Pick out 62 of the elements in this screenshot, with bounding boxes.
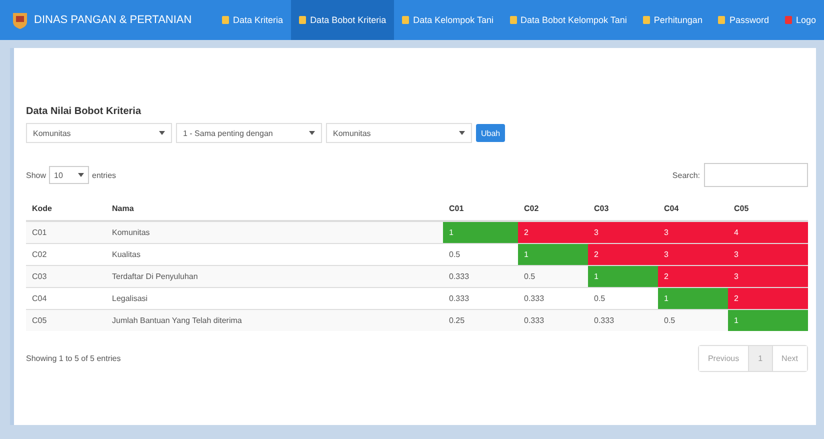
table-cell: 3 [658, 243, 728, 265]
entries-info: Showing 1 to 5 of 5 entries [26, 354, 121, 363]
nav-link[interactable]: Data Kriteria [214, 0, 292, 40]
entries-label: entries [92, 170, 116, 180]
table-cell: 1 [518, 243, 588, 265]
select-field[interactable]: 1 - Sama penting dengan [176, 123, 322, 143]
menu-item-icon [222, 16, 230, 24]
table-cell: 1 [588, 265, 658, 287]
select-field[interactable]: Komunitas [26, 123, 172, 143]
table-cell: 3 [658, 221, 728, 243]
table-cell: 0.25 [443, 309, 518, 331]
table-cell: 1 [728, 309, 808, 331]
table-cell: C01 [26, 221, 106, 243]
search-label: Search: [672, 170, 700, 180]
table-cell: 2 [658, 265, 728, 287]
table-cell: 1 [658, 287, 728, 309]
table-cell: 0.333 [518, 287, 588, 309]
menu-item-icon [402, 16, 410, 24]
table-cell: 3 [728, 243, 808, 265]
table-cell: 0.333 [443, 287, 518, 309]
nav-link[interactable]: Perhitungan [634, 0, 710, 40]
table-cell: 2 [588, 243, 658, 265]
nav-link[interactable]: Password [710, 0, 777, 40]
menu-item-icon [718, 16, 726, 24]
nav-link[interactable]: Data Kelompok Tani [394, 0, 502, 40]
table-cell: Jumlah Bantuan Yang Telah diterima [106, 309, 443, 331]
table-cell: 0.333 [518, 309, 588, 331]
menu-item-icon [642, 16, 650, 24]
page-link[interactable]: Next [772, 346, 807, 371]
menu-item-icon [510, 16, 516, 24]
table-cell: C03 [26, 265, 106, 287]
menu-item-icon [784, 16, 792, 24]
table-cell: 3 [728, 265, 808, 287]
table-cell: C05 [26, 309, 106, 331]
caret-icon [459, 131, 465, 135]
nav-link[interactable]: Data Bobot Kelompok Tani [502, 0, 635, 40]
table-cell: 4 [728, 221, 808, 243]
show-label: Show [26, 170, 46, 180]
table-cell: C04 [26, 287, 106, 309]
caret-icon [309, 131, 315, 135]
table-cell: 2 [728, 287, 808, 309]
brand-title[interactable]: DINAS PANGAN & PERTANIAN [34, 14, 192, 26]
logo-icon [12, 11, 28, 29]
entries-select[interactable]: 10 [49, 166, 90, 184]
table-cell: Terdaftar Di Penyuluhan [106, 265, 443, 287]
search-field[interactable] [704, 163, 808, 187]
table-cell: 2 [518, 221, 588, 243]
select-field[interactable]: Komunitas [326, 123, 472, 143]
table-cell: 1 [443, 221, 518, 243]
panel-title: Data Nilai Bobot Kriteria [26, 106, 142, 117]
table-cell: 0.333 [588, 309, 658, 331]
table-cell: C02 [26, 243, 106, 265]
change-button[interactable]: Ubah [476, 124, 506, 142]
table-cell: Kualitas [106, 243, 443, 265]
caret-icon [159, 131, 165, 135]
nav-link[interactable]: Data Bobot Kriteria [291, 0, 394, 40]
table-cell: 0.333 [443, 265, 518, 287]
menu-item-icon [299, 16, 306, 24]
table-cell: 3 [588, 221, 658, 243]
nav-link[interactable]: Logo [776, 0, 824, 40]
table-cell: Legalisasi [106, 287, 443, 309]
caret-icon [78, 173, 84, 177]
